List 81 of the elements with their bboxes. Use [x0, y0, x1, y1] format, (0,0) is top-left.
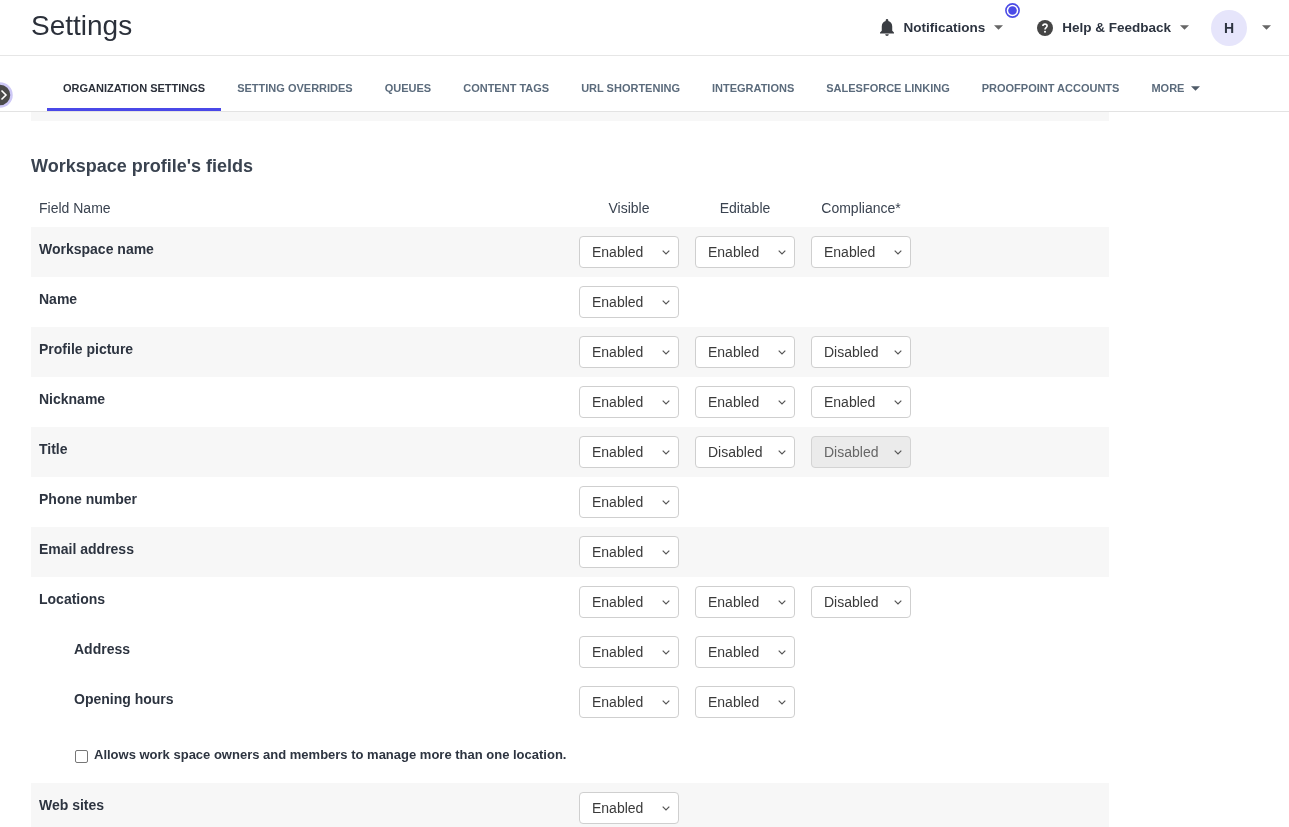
tab[interactable]: CONTENT TAGS — [447, 56, 566, 111]
dropdown-select[interactable]: Disabled — [695, 436, 795, 468]
dropdown-select[interactable]: Enabled — [811, 236, 911, 268]
help-icon — [1037, 19, 1054, 36]
chevron-down-icon — [778, 399, 786, 405]
chevron-down-icon — [662, 249, 670, 255]
chevron-down-icon — [662, 549, 670, 555]
caret-icon — [994, 25, 1004, 30]
dropdown-select[interactable]: Disabled — [811, 586, 911, 618]
column-header: Visible — [607, 200, 651, 217]
chevron-down-icon — [894, 599, 902, 605]
section-heading: Workspace profile's fields — [31, 155, 255, 177]
field-name: Phone number — [39, 490, 137, 508]
caret-icon[interactable] — [1262, 25, 1271, 30]
chevron-down-icon — [778, 249, 786, 255]
chevron-down-icon — [894, 399, 902, 405]
dropdown-select[interactable]: Enabled — [579, 636, 679, 668]
chevron-down-icon — [662, 299, 670, 305]
field-name: Profile picture — [39, 340, 134, 358]
chevron-down-icon — [778, 449, 786, 455]
dropdown-select[interactable]: Enabled — [695, 586, 795, 618]
chevron-down-icon — [662, 699, 670, 705]
field-name: Email address — [39, 540, 134, 558]
dropdown-select[interactable]: Enabled — [695, 636, 795, 668]
caret-icon — [1191, 86, 1201, 91]
chevron-down-icon — [894, 249, 902, 255]
checkbox[interactable] — [75, 749, 88, 763]
bell-icon — [880, 19, 895, 36]
tab[interactable]: URL SHORTENING — [565, 56, 696, 111]
dropdown-select[interactable]: Enabled — [695, 386, 795, 418]
chevron-down-icon — [662, 805, 670, 811]
dropdown-select[interactable]: Enabled — [579, 792, 679, 824]
notifications-button[interactable]: Notifications — [880, 19, 1004, 36]
dropdown-select[interactable]: Enabled — [811, 386, 911, 418]
dropdown-select[interactable]: Enabled — [579, 686, 679, 718]
column-header: Compliance* — [820, 200, 902, 217]
dropdown-select[interactable]: Disabled — [811, 336, 911, 368]
chevron-down-icon — [894, 349, 902, 355]
chevron-down-icon — [778, 699, 786, 705]
dropdown-select[interactable]: Enabled — [579, 386, 679, 418]
dropdown-select[interactable]: Enabled — [579, 586, 679, 618]
chevron-down-icon — [662, 599, 670, 605]
tab[interactable]: PROOFPOINT ACCOUNTS — [965, 56, 1136, 111]
dropdown-select[interactable]: Enabled — [579, 536, 679, 568]
field-name: Workspace name — [39, 240, 154, 258]
chevron-down-icon — [894, 449, 902, 455]
dropdown-select[interactable]: Enabled — [579, 336, 679, 368]
field-name: Nickname — [39, 390, 106, 408]
tab[interactable]: INTEGRATIONS — [695, 56, 811, 111]
field-name: Address — [74, 640, 131, 658]
chevron-down-icon — [778, 599, 786, 605]
field-name: Opening hours — [74, 690, 174, 708]
chevron-down-icon — [662, 649, 670, 655]
field-name: Locations — [39, 590, 106, 608]
chevron-down-icon — [662, 399, 670, 405]
tab[interactable]: SETTING OVERRIDES — [221, 56, 369, 111]
tab[interactable]: QUEUES — [368, 56, 448, 111]
dropdown-select[interactable]: Enabled — [695, 236, 795, 268]
dropdown-select[interactable]: Enabled — [695, 686, 795, 718]
chevron-down-icon — [662, 499, 670, 505]
dropdown-select[interactable]: Enabled — [695, 336, 795, 368]
chevron-down-icon — [662, 349, 670, 355]
chevron-down-icon — [778, 649, 786, 655]
help-feedback-button[interactable]: Help & Feedback — [1037, 19, 1189, 36]
field-name: Web sites — [39, 796, 105, 814]
caret-icon — [1180, 25, 1189, 30]
field-name: Title — [39, 440, 68, 458]
chevron-down-icon — [662, 449, 670, 455]
avatar[interactable]: H — [1211, 9, 1247, 46]
dropdown-select[interactable]: Enabled — [579, 236, 679, 268]
dropdown-select[interactable]: Enabled — [579, 486, 679, 518]
chevron-down-icon — [778, 349, 786, 355]
dropdown-select[interactable]: Enabled — [579, 286, 679, 318]
menu-tab[interactable]: MORE — [1135, 56, 1217, 111]
field-name: Name — [39, 290, 78, 308]
column-header: Editable — [718, 200, 772, 217]
page-title: Settings — [31, 10, 133, 42]
option-label[interactable]: Allows work space owners and members to manage more than one location. — [94, 747, 567, 763]
tab[interactable]: SALESFORCE LINKING — [810, 56, 966, 111]
dropdown-select[interactable]: Enabled — [579, 436, 679, 468]
column-header: Field Name — [39, 200, 112, 217]
